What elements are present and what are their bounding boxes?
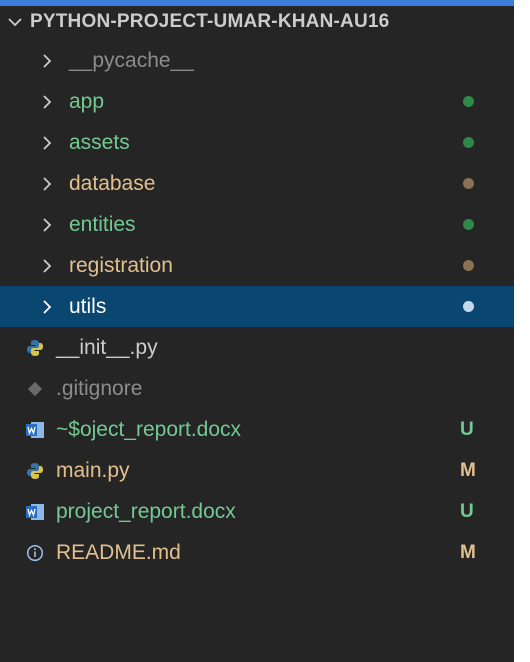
git-status-dot: [463, 137, 474, 148]
file-temp-report-docx[interactable]: ~$oject_report.docx U: [0, 409, 514, 450]
folder-utils[interactable]: utils: [0, 286, 514, 327]
git-status-badge: M: [460, 542, 476, 563]
folder-label: utils: [69, 295, 107, 318]
git-status-badge: U: [460, 501, 474, 522]
word-file-icon: [22, 491, 48, 532]
git-status-badge: U: [460, 419, 474, 440]
folder-label: database: [69, 172, 156, 195]
file-readme-md[interactable]: README.md M: [0, 532, 514, 573]
file-label: README.md: [56, 541, 181, 564]
python-file-icon: [22, 327, 48, 368]
explorer-section-header[interactable]: PYTHON-PROJECT-UMAR-KHAN-AU16: [0, 6, 514, 38]
folder-database[interactable]: database: [0, 163, 514, 204]
file-gitignore[interactable]: .gitignore: [0, 368, 514, 409]
python-file-icon: [22, 450, 48, 491]
folder-label: registration: [69, 254, 173, 277]
folder-label: __pycache__: [69, 49, 194, 72]
folder-label: app: [69, 90, 105, 113]
git-status-badge: M: [460, 460, 476, 481]
file-init-py[interactable]: __init__.py: [0, 327, 514, 368]
chevron-down-icon[interactable]: [0, 16, 30, 28]
chevron-right-icon[interactable]: [36, 81, 58, 122]
file-label: ~$oject_report.docx: [56, 418, 242, 441]
git-status-dot: [463, 260, 474, 271]
folder-registration[interactable]: registration: [0, 245, 514, 286]
file-tree: __pycache__ app assets database entities…: [0, 40, 514, 573]
chevron-right-icon[interactable]: [36, 245, 58, 286]
git-status-dot: [463, 301, 474, 312]
chevron-right-icon[interactable]: [36, 286, 58, 327]
git-file-icon: [22, 368, 48, 409]
chevron-right-icon[interactable]: [36, 163, 58, 204]
file-label: __init__.py: [56, 336, 158, 359]
file-label: .gitignore: [56, 377, 143, 400]
folder-label: entities: [69, 213, 136, 236]
chevron-right-icon[interactable]: [36, 122, 58, 163]
git-status-dot: [463, 178, 474, 189]
git-status-dot: [463, 96, 474, 107]
file-label: main.py: [56, 459, 130, 482]
info-icon: [22, 532, 48, 573]
workspace-title: PYTHON-PROJECT-UMAR-KHAN-AU16: [30, 11, 390, 32]
file-project-report-docx[interactable]: project_report.docx U: [0, 491, 514, 532]
word-file-icon: [22, 409, 48, 450]
file-label: project_report.docx: [56, 500, 236, 523]
folder-assets[interactable]: assets: [0, 122, 514, 163]
folder-app[interactable]: app: [0, 81, 514, 122]
chevron-right-icon[interactable]: [36, 204, 58, 245]
folder-pycache[interactable]: __pycache__: [0, 40, 514, 81]
folder-entities[interactable]: entities: [0, 204, 514, 245]
explorer-panel: PYTHON-PROJECT-UMAR-KHAN-AU16 __pycache_…: [0, 0, 514, 662]
chevron-right-icon[interactable]: [36, 40, 58, 81]
file-main-py[interactable]: main.py M: [0, 450, 514, 491]
git-status-dot: [463, 219, 474, 230]
folder-label: assets: [69, 131, 130, 154]
